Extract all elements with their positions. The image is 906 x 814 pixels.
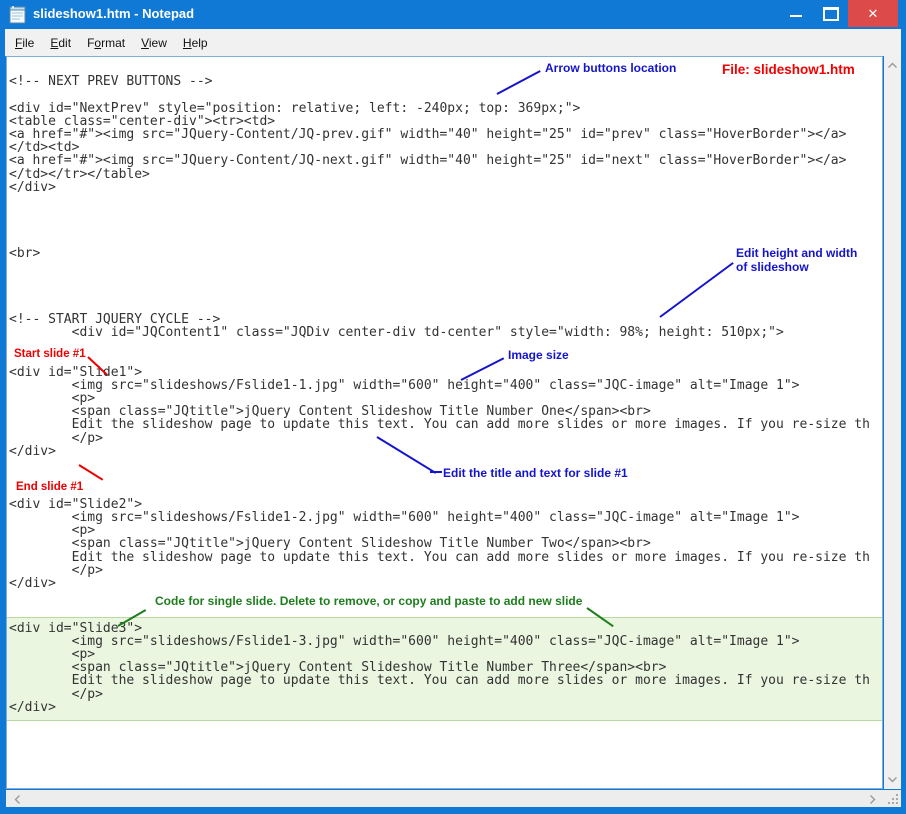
minimize-button[interactable] — [779, 0, 813, 27]
menu-file[interactable]: File — [5, 36, 42, 50]
maximize-icon — [823, 7, 839, 21]
close-button[interactable]: ✕ — [848, 0, 898, 27]
annotation-arrow-buttons-location: Arrow buttons location — [545, 61, 676, 75]
resize-grip-icon[interactable] — [887, 793, 900, 806]
title-bar[interactable]: slideshow1.htm - Notepad ✕ — [0, 0, 906, 29]
notepad-icon — [9, 5, 26, 24]
annotation-start-slide: Start slide #1 — [14, 348, 86, 360]
annotation-edit-title: Edit the title and text for slide #1 — [443, 466, 628, 480]
window-title: slideshow1.htm - Notepad — [33, 6, 194, 21]
annotation-file-name: File: slideshow1.htm — [722, 62, 855, 77]
scrollbar-corner — [884, 790, 901, 807]
scroll-right-icon[interactable] — [869, 794, 876, 805]
code-text-slide3: <div id="Slide3"> <img src="slideshows/F… — [7, 622, 882, 714]
menu-bar: File Edit Format View Help — [5, 29, 901, 56]
scroll-down-icon[interactable] — [887, 776, 898, 783]
annotation-edit-size: Edit height and width of slideshow — [736, 246, 858, 274]
pointer-line-edit-title-tick — [430, 471, 442, 473]
scroll-up-icon[interactable] — [887, 62, 898, 69]
code-text-top: <!-- NEXT PREV BUTTONS --> <div id="Next… — [7, 57, 882, 617]
minimize-icon — [790, 15, 802, 17]
scroll-left-icon[interactable] — [14, 794, 21, 805]
menu-edit[interactable]: Edit — [42, 36, 79, 50]
annotation-single-slide: Code for single slide. Delete to remove,… — [155, 594, 582, 608]
menu-help[interactable]: Help — [175, 36, 216, 50]
notepad-window: slideshow1.htm - Notepad ✕ File Edit For… — [0, 0, 906, 814]
vertical-scrollbar[interactable] — [884, 56, 901, 789]
text-editor[interactable]: <!-- NEXT PREV BUTTONS --> <div id="Next… — [6, 56, 883, 789]
slide3-highlight-block: <div id="Slide3"> <img src="slideshows/F… — [7, 617, 882, 721]
maximize-button[interactable] — [813, 0, 847, 27]
menu-format[interactable]: Format — [79, 36, 133, 50]
horizontal-scrollbar[interactable] — [6, 790, 884, 807]
annotation-end-slide: End slide #1 — [16, 481, 83, 493]
menu-view[interactable]: View — [133, 36, 175, 50]
annotation-image-size: Image size — [508, 348, 569, 362]
